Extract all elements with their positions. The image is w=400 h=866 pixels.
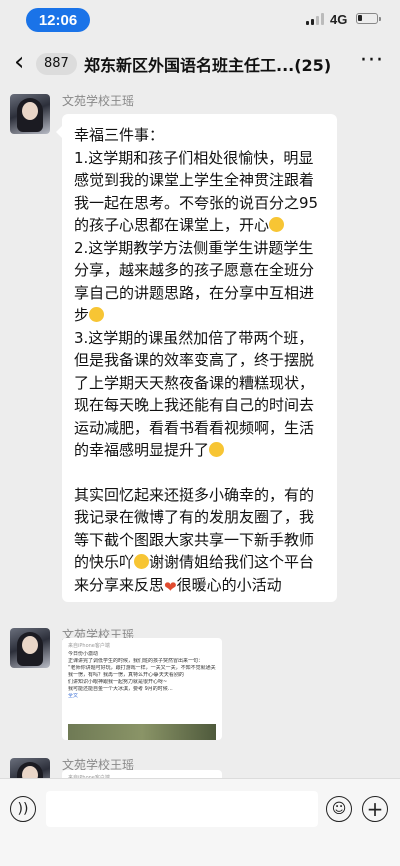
sender-avatar[interactable] (10, 628, 50, 668)
grin-emoji-icon (269, 217, 285, 232)
card-line: 们讲知识小眼神跟我一起努力就是很开心呀~ (68, 679, 168, 685)
card-full-text-link[interactable]: 全文 (68, 693, 78, 699)
status-time: 12:06 (26, 8, 90, 32)
screenshot-image[interactable]: 来自iPhone客户端 今日份小激动 正课讲完了调低学生的时候，我们班的孩子突然… (62, 638, 222, 740)
message-line: 幸福三件事： (74, 126, 165, 144)
card-source: 来自iPhone客户端 (68, 643, 110, 649)
sender-name: 文苑学校王瑶 (62, 94, 135, 108)
battery-icon (356, 13, 381, 24)
message-line: 3.这学期的课虽然加倍了带两个班，但是我备课的效率变高了，终于摆脱了上学期天天熬… (74, 328, 315, 460)
input-bar: )) ☺ + (0, 778, 400, 866)
emoji-icon[interactable]: ☺ (326, 796, 352, 822)
unread-count-badge[interactable]: 887 (36, 53, 77, 75)
battery-level (358, 15, 363, 21)
message-line: 很暖心的小活动 (176, 575, 282, 594)
smile-emoji-icon (89, 307, 105, 322)
chat-title: 郑东新区外国语名班主任工...(25) (84, 56, 332, 75)
heart-icon: ❤ (164, 577, 177, 596)
card-line: 我可能还能自金一个大冰淇，要考 9月的时候… (68, 686, 173, 692)
plus-icon[interactable]: + (362, 796, 388, 822)
network-label: 4G (330, 12, 348, 27)
message-input[interactable] (46, 791, 318, 827)
signal-icon (306, 13, 324, 25)
blush-emoji-icon (209, 442, 225, 457)
chevron-left-icon[interactable]: ‹ (14, 48, 38, 76)
message-bubble[interactable]: 幸福三件事： 1.这学期和孩子们相处很愉快，明显感觉到我的课堂上学生全神贯注跟着… (56, 114, 337, 602)
sender-avatar[interactable] (10, 94, 50, 134)
chat-header: ‹ 887 郑东新区外国语名班主任工...(25) ··· (0, 40, 400, 86)
kiss-emoji-icon (134, 554, 150, 569)
voice-icon[interactable]: )) (10, 796, 36, 822)
status-bar: 12:06 4G (0, 0, 400, 38)
card-line: 今日份小激动 (68, 651, 99, 657)
message-line: 2.这学期教学方法侧重学生讲题学生分享，越来越多的孩子愿意在全班分享自己的讲题思… (74, 238, 315, 325)
card-photo (68, 724, 216, 740)
card-line: 正课讲完了调低学生的时候，我们班的孩子突然冒出来一句： (68, 658, 204, 664)
ellipsis-icon[interactable]: ··· (360, 48, 384, 73)
card-line: 我一愣，有吗？我再一愣，真特么开心😂天天看别的 (68, 672, 184, 678)
card-line: “老师你讲题可好玩，跟打游戏一样，一关又一关，不知不觉就通关了” (68, 665, 216, 671)
